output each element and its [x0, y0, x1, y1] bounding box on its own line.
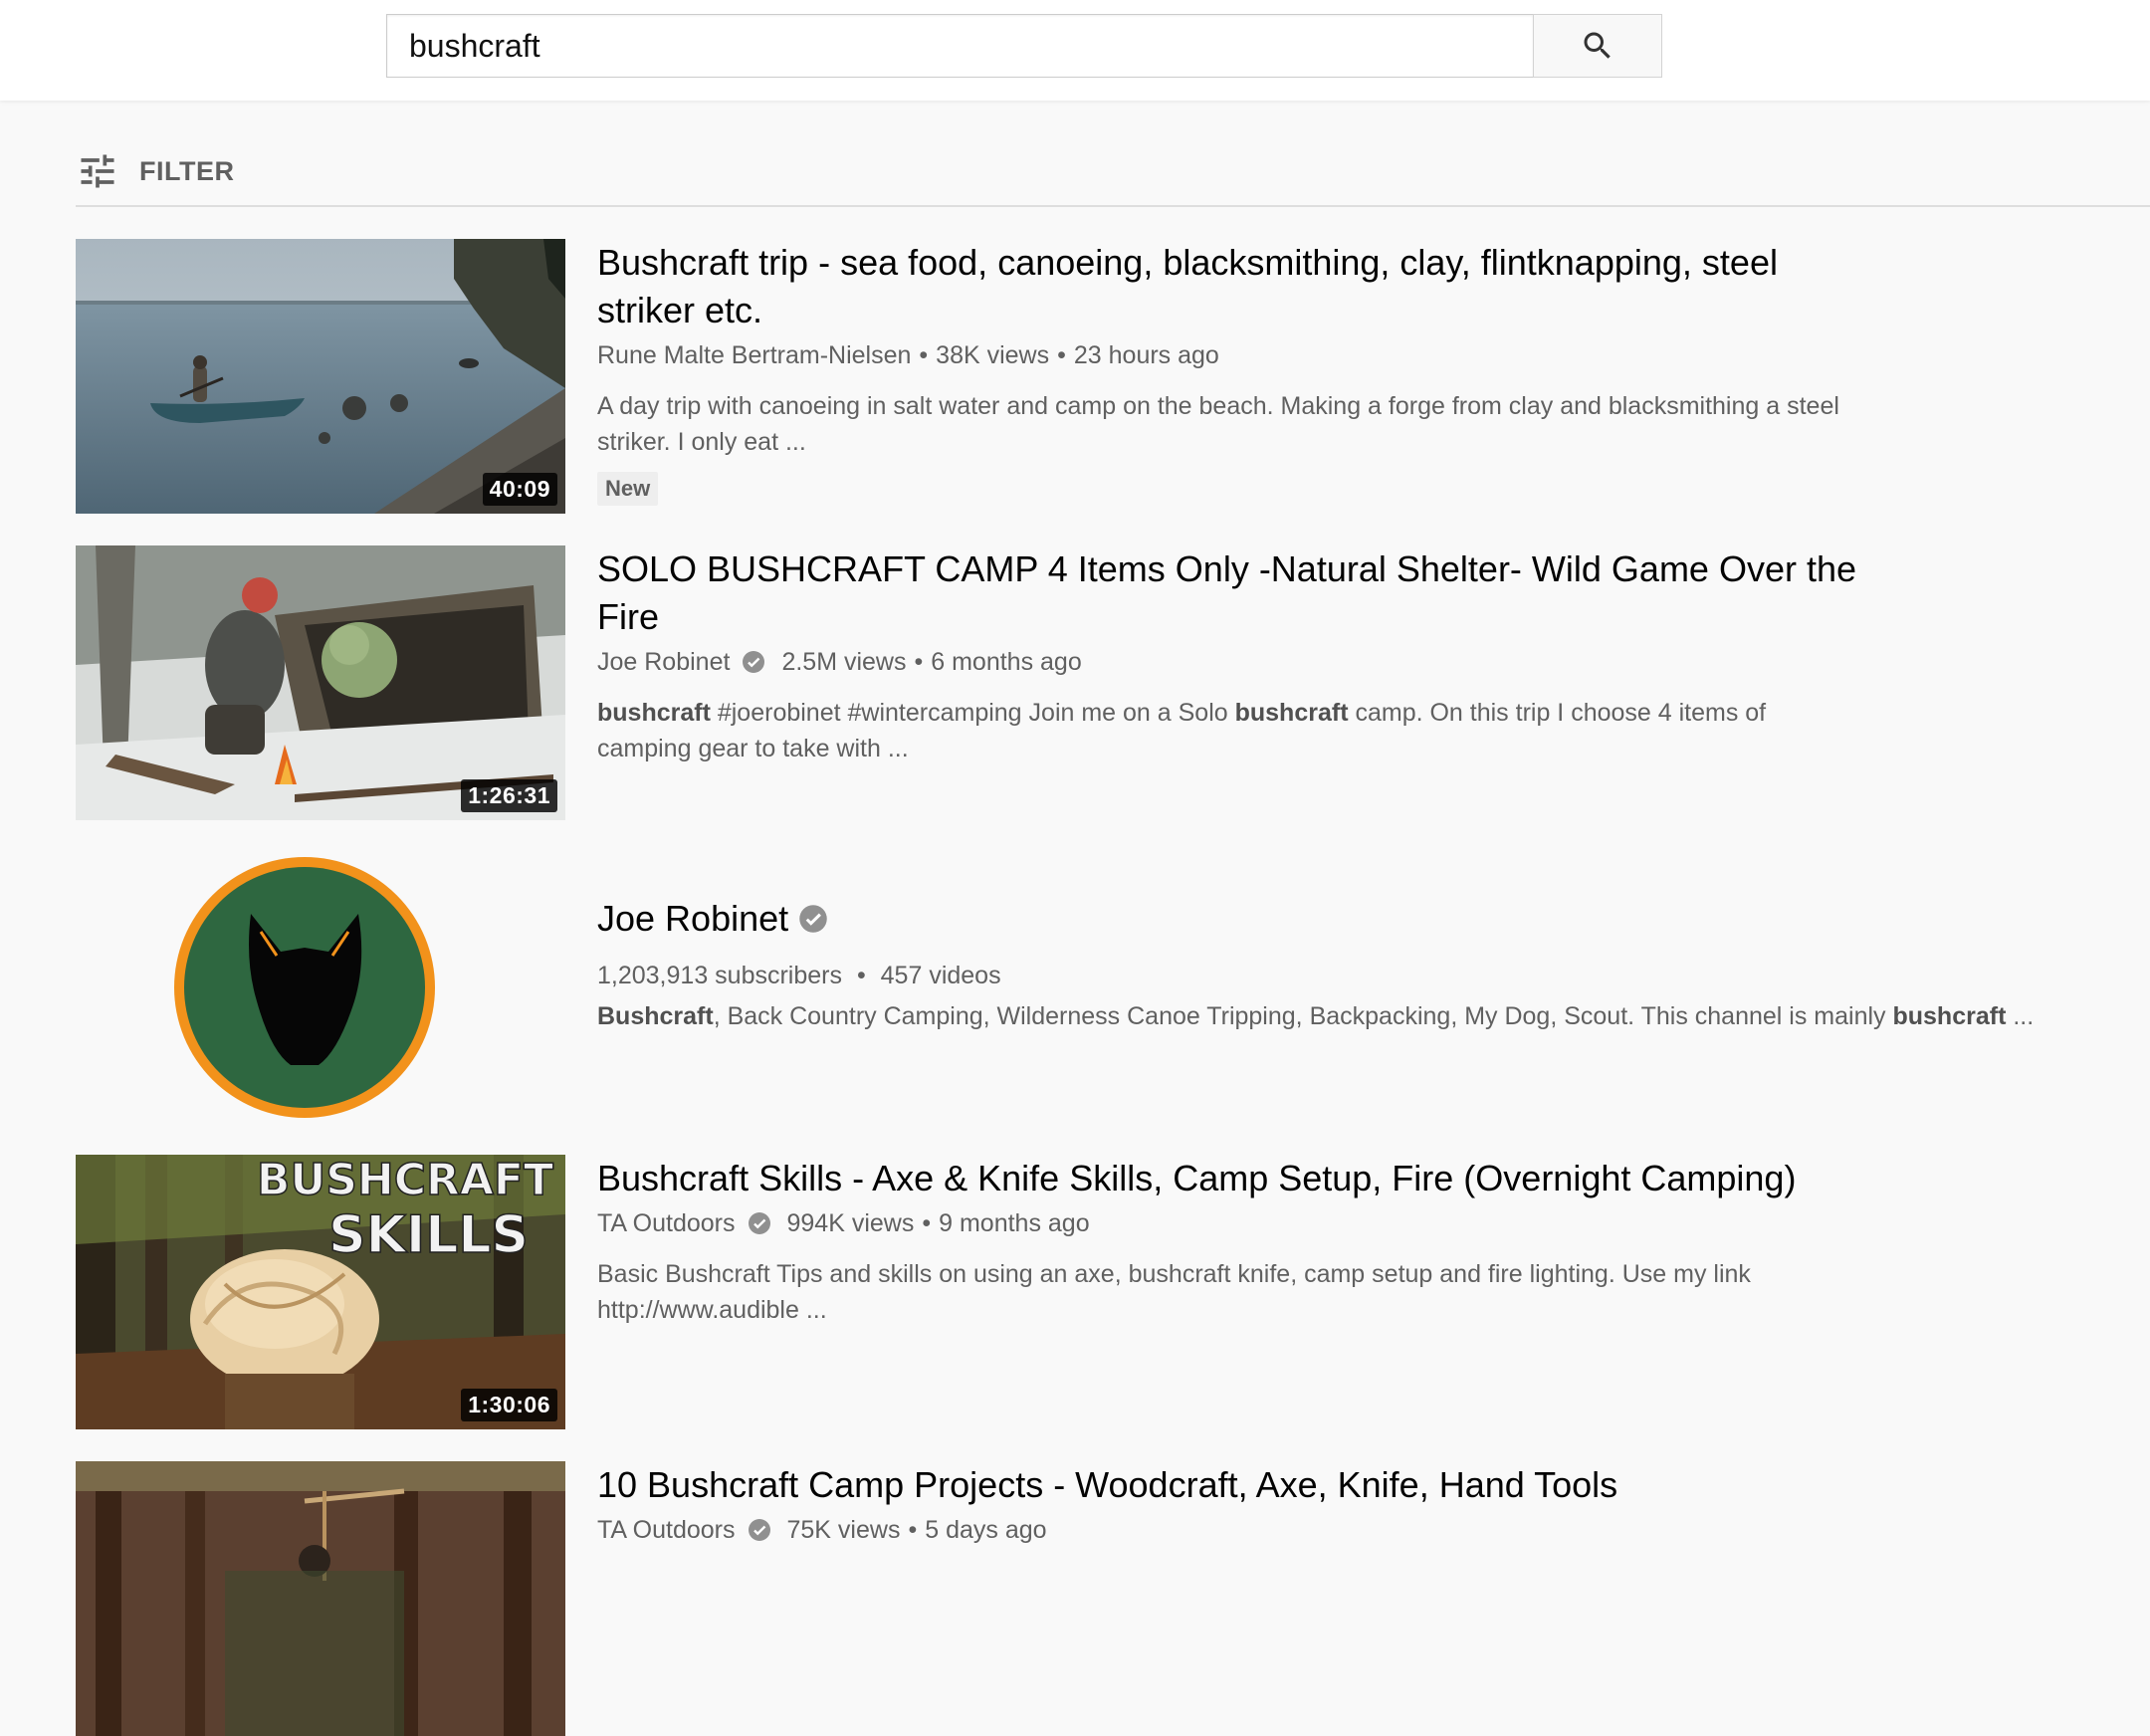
- thumb-text: SKILLS: [328, 1205, 529, 1265]
- verified-icon: [742, 650, 765, 674]
- tune-icon: [81, 154, 114, 188]
- channel-name-row: Joe Robinet: [597, 898, 2150, 940]
- channel-link[interactable]: TA Outdoors: [597, 1206, 736, 1240]
- video-description: A day trip with canoeing in salt water a…: [597, 392, 1839, 456]
- video-thumbnail[interactable]: 1:26:31: [76, 545, 565, 820]
- meta-separator: •: [919, 341, 929, 369]
- video-description: bushcraft #joerobinet #wintercamping Joi…: [597, 695, 1861, 766]
- channel-link[interactable]: Rune Malte Bertram-Nielsen: [597, 338, 911, 372]
- new-badge: New: [597, 472, 659, 506]
- description-highlight: bushcraft: [1892, 1002, 2007, 1030]
- view-count: 994K views: [786, 1209, 915, 1237]
- video-count: 457 videos: [880, 962, 1001, 989]
- search-input[interactable]: [386, 14, 1533, 78]
- meta-separator: •: [922, 1209, 932, 1237]
- channel-link[interactable]: Joe Robinet: [597, 645, 730, 679]
- upload-age: 6 months ago: [931, 648, 1082, 676]
- description-text: ...: [2006, 1002, 2035, 1030]
- description-highlight: bushcraft: [597, 699, 711, 727]
- video-info: Bushcraft Skills - Axe & Knife Skills, C…: [597, 1155, 1861, 1328]
- description-text: , Back Country Camping, Wilderness Canoe…: [713, 1002, 1893, 1030]
- filter-label: FILTER: [139, 155, 235, 186]
- view-count: 38K views: [936, 341, 1050, 369]
- masthead: [0, 0, 2150, 101]
- upload-age: 5 days ago: [925, 1516, 1047, 1544]
- video-description: Basic Bushcraft Tips and skills on using…: [597, 1260, 1751, 1324]
- channel-avatar[interactable]: [169, 852, 440, 1123]
- video-meta: Rune Malte Bertram-Nielsen • 38K views •…: [597, 338, 1861, 372]
- thumbnail-image: [76, 1461, 565, 1736]
- filter-divider: [76, 205, 2150, 207]
- channel-description: Bushcraft, Back Country Camping, Wildern…: [597, 1002, 2150, 1031]
- video-meta: Joe Robinet 2.5M views • 6 months ago: [597, 645, 1861, 679]
- video-title[interactable]: 10 Bushcraft Camp Projects - Woodcraft, …: [597, 1461, 1861, 1509]
- channel-name[interactable]: Joe Robinet: [597, 898, 788, 940]
- video-title[interactable]: Bushcraft Skills - Axe & Knife Skills, C…: [597, 1155, 1861, 1202]
- video-duration: 40:09: [482, 473, 557, 506]
- search-icon: [1584, 32, 1611, 59]
- video-duration: 1:30:06: [461, 1389, 557, 1421]
- meta-separator: •: [908, 1516, 918, 1544]
- meta-separator: •: [856, 962, 866, 989]
- channel-info: Joe Robinet 1,203,913 subscribers • 457 …: [597, 898, 2150, 1031]
- video-meta: TA Outdoors 994K views • 9 months ago: [597, 1206, 1861, 1240]
- channel-stats: 1,203,913 subscribers • 457 videos: [597, 962, 2150, 990]
- search-button[interactable]: [1533, 14, 1662, 78]
- video-title[interactable]: SOLO BUSHCRAFT CAMP 4 Items Only -Natura…: [597, 545, 1861, 641]
- view-count: 2.5M views: [781, 648, 907, 676]
- description-highlight: bushcraft: [1234, 699, 1349, 727]
- description-text: #joerobinet #wintercamping Join me on a …: [710, 699, 1235, 727]
- video-meta: TA Outdoors 75K views • 5 days ago: [597, 1513, 1861, 1547]
- video-thumbnail[interactable]: 40:09: [76, 239, 565, 514]
- video-info: SOLO BUSHCRAFT CAMP 4 Items Only -Natura…: [597, 545, 1861, 766]
- video-title[interactable]: Bushcraft trip - sea food, canoeing, bla…: [597, 239, 1861, 334]
- upload-age: 9 months ago: [939, 1209, 1090, 1237]
- video-info: 10 Bushcraft Camp Projects - Woodcraft, …: [597, 1461, 1861, 1547]
- meta-separator: •: [914, 648, 924, 676]
- search-form: [386, 14, 1662, 78]
- video-thumbnail[interactable]: [76, 1461, 565, 1736]
- filter-button[interactable]: FILTER: [76, 149, 234, 193]
- description-highlight: Bushcraft: [597, 1002, 714, 1030]
- video-thumbnail[interactable]: BUSHCRAFT SKILLS 1:30:06: [76, 1155, 565, 1429]
- verified-icon: [748, 1518, 771, 1542]
- video-duration: 1:26:31: [461, 779, 557, 812]
- thumb-text: BUSHCRAFT: [257, 1155, 553, 1205]
- verified-icon: [798, 904, 828, 934]
- meta-separator: •: [1057, 341, 1066, 369]
- view-count: 75K views: [786, 1516, 901, 1544]
- video-info: Bushcraft trip - sea food, canoeing, bla…: [597, 239, 1861, 506]
- verified-icon: [748, 1211, 771, 1235]
- subscriber-count: 1,203,913 subscribers: [597, 962, 842, 989]
- upload-age: 23 hours ago: [1073, 341, 1219, 369]
- channel-link[interactable]: TA Outdoors: [597, 1513, 736, 1547]
